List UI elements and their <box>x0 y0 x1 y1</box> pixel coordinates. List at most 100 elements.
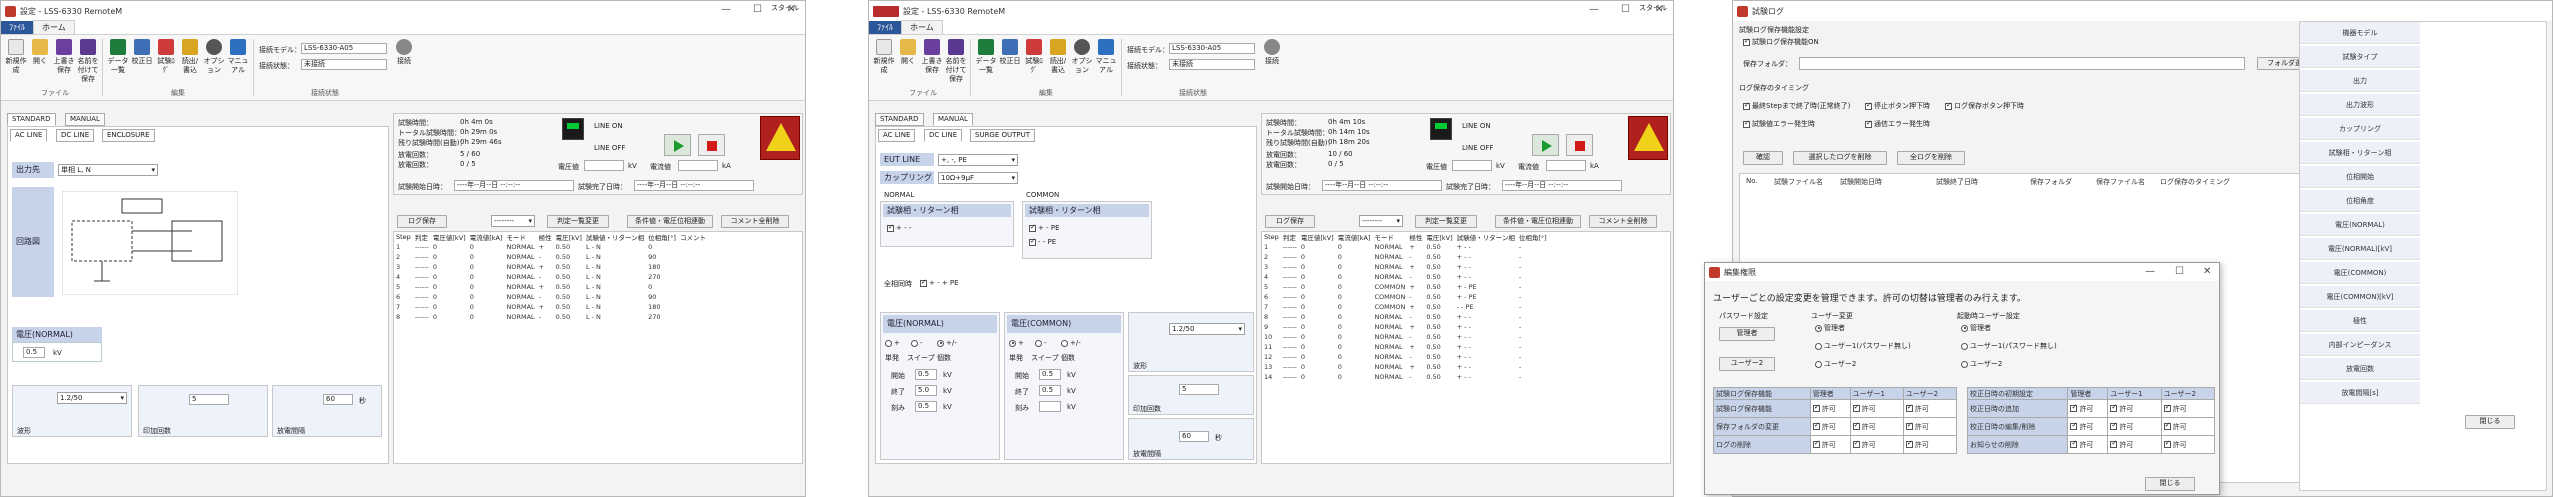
log-icon[interactable] <box>158 39 174 55</box>
table-row[interactable]: 8 ------ 0 0 NORMAL -0.50 L - N 270 <box>394 312 708 322</box>
voltage-input[interactable]: 0.5 <box>23 347 45 358</box>
table-row[interactable]: 8 ------ 0 0 NORMAL -0.50 + - -- <box>1262 312 1549 322</box>
sweep-tab-single[interactable]: 単発 <box>885 353 899 363</box>
timing-stop-press[interactable]: 停止ボタン押下時 <box>1865 101 1930 111</box>
calendar-icon[interactable] <box>1002 39 1018 55</box>
perm-checkbox[interactable]: 許可 <box>2160 399 2216 418</box>
table-row[interactable]: 5 ------ 0 0 COMMON +0.50 + - PE - <box>1262 282 1549 292</box>
maximize-icon[interactable]: ☐ <box>1621 4 1630 15</box>
calib-date-button[interactable]: 校正日 <box>132 57 153 65</box>
start-button[interactable] <box>664 134 691 156</box>
lock-icon[interactable] <box>182 39 198 55</box>
count-input[interactable]: 5 <box>189 394 229 405</box>
pulse-opt[interactable]: + - + PE <box>920 278 959 287</box>
maximize-icon[interactable]: ☐ <box>753 4 762 15</box>
table-row[interactable]: 6 ------ 0 0 NORMAL -0.50 L - N 90 <box>394 292 708 302</box>
folder-input[interactable] <box>1799 57 2245 70</box>
table-row[interactable]: 10 ------ 0 0 NORMAL -0.50 + - -- <box>1262 332 1549 342</box>
coupling-select[interactable]: 10Ω+9μF <box>938 172 1018 184</box>
table-row[interactable]: 7 ------ 0 0 COMMON +0.50- - PE - <box>1262 302 1549 312</box>
manual-button[interactable]: マニュアル <box>1096 57 1117 74</box>
c-sweep-single[interactable]: 単発 <box>1009 353 1023 363</box>
data-list-button[interactable]: データ一覧 <box>976 57 997 74</box>
stop-button[interactable] <box>698 134 725 156</box>
c-pol-plus[interactable]: + <box>1009 339 1024 347</box>
timing-save-press[interactable]: ログ保存ボタン押下時 <box>1945 101 2024 111</box>
table-row[interactable]: 12 ------ 0 0 NORMAL -0.50 + - -- <box>1262 352 1549 362</box>
sweep-tab-sweep[interactable]: スイープ <box>907 353 935 363</box>
save-icon[interactable] <box>924 39 940 55</box>
table-row[interactable]: 5 ------ 0 0 NORMAL +0.50 L - N0 <box>394 282 708 292</box>
table-row[interactable]: 1 ------ 0 0 NORMAL +0.50 + - -- <box>1262 242 1549 252</box>
perm-checkbox[interactable]: 許可 <box>1902 435 1958 454</box>
save-enable-checkbox[interactable]: 試験ログ保存機能ON <box>1743 37 1819 47</box>
wave-select[interactable]: 1.2/50 <box>1169 323 1245 335</box>
comment-clear-button[interactable]: コメント全削除 <box>1589 215 1657 228</box>
manual-icon[interactable] <box>1098 39 1114 55</box>
save-icon[interactable] <box>56 39 72 55</box>
test-log-button[interactable]: 試験ﾛｸﾞ <box>157 57 175 74</box>
tab-home[interactable]: ホーム <box>901 20 943 34</box>
data-list-icon[interactable] <box>978 39 994 55</box>
maximize-icon[interactable]: ☐ <box>2175 266 2184 277</box>
perm-checkbox[interactable]: 許可 <box>1809 399 1851 418</box>
calib-date-button[interactable]: 校正日 <box>1000 57 1021 65</box>
cond-link-button[interactable]: 条件値・電圧位相連動 <box>627 215 713 228</box>
user-admin-radio[interactable]: 管理者 <box>1815 323 1845 333</box>
perm-checkbox[interactable]: 許可 <box>2160 435 2216 454</box>
gear-icon[interactable] <box>206 39 222 55</box>
perm-checkbox[interactable]: 許可 <box>2107 399 2162 418</box>
perm-checkbox[interactable]: 許可 <box>1849 399 1904 418</box>
phase-select[interactable]: 単相 L, N <box>58 164 158 176</box>
tab-home[interactable]: ホーム <box>33 20 75 34</box>
user-user2-radio[interactable]: ユーザー2 <box>1815 359 1856 369</box>
table-row[interactable]: 2 ------ 0 0 NORMAL -0.50 + - -- <box>1262 252 1549 262</box>
user2-pw-button[interactable]: ユーザー2 <box>1719 357 1775 371</box>
perm-checkbox[interactable]: 許可 <box>1809 435 1851 454</box>
save-button[interactable]: 上書き保存 <box>922 57 943 74</box>
startup-user2-radio[interactable]: ユーザー2 <box>1961 359 2002 369</box>
table-row[interactable]: 7 ------ 0 0 NORMAL +0.50 L - N 180 <box>394 302 708 312</box>
c-sweep-sweep[interactable]: スイープ <box>1031 353 1059 363</box>
table-row[interactable]: 2 ------ 0 0 NORMAL -0.50 L - N 90 <box>394 252 708 262</box>
sweep-tab-count[interactable]: 個数 <box>937 353 951 363</box>
end-input[interactable]: 5.0 <box>915 385 937 396</box>
pol-both[interactable]: +/- <box>937 339 957 347</box>
minimize-icon[interactable]: — <box>721 4 731 15</box>
wave-select[interactable]: 1.2/50 <box>57 392 127 404</box>
open-button[interactable]: 開く <box>33 57 47 65</box>
new-icon[interactable] <box>876 39 892 55</box>
minimize-icon[interactable]: — <box>1589 4 1599 15</box>
filter-select[interactable]: -------- <box>1359 215 1403 227</box>
tab-standard[interactable]: STANDARD <box>7 113 56 126</box>
option-button[interactable]: オプション <box>1072 57 1093 74</box>
open-button[interactable]: 開く <box>901 57 915 65</box>
data-list-button[interactable]: データ一覧 <box>108 57 129 74</box>
delete-all-button[interactable]: 全ログを削除 <box>1897 151 1965 165</box>
open-icon[interactable] <box>900 39 916 55</box>
step-input[interactable]: 0.5 <box>915 401 937 412</box>
perm-checkbox[interactable]: 許可 <box>1849 435 1904 454</box>
tab-ac-line[interactable]: AC LINE <box>10 129 48 142</box>
tab-standard[interactable]: STANDARD <box>875 113 924 126</box>
table-row[interactable]: 1 ------ 0 0 NORMAL +0.50 L - N0 <box>394 242 708 252</box>
comment-clear-button[interactable]: コメント全削除 <box>721 215 789 228</box>
connect-icon[interactable] <box>1264 39 1280 55</box>
interval-input[interactable]: 60 <box>1179 431 1209 442</box>
timing-comm-error[interactable]: 通信エラー発生時 <box>1865 119 1930 129</box>
manual-button[interactable]: マニュアル <box>228 57 249 74</box>
admin-pw-button[interactable]: 管理者 <box>1719 327 1775 341</box>
log-save-button[interactable]: ログ保存 <box>1265 215 1315 228</box>
table-row[interactable]: 14 ------ 0 0 NORMAL -0.50 + - -- <box>1262 372 1549 382</box>
judge-change-button[interactable]: 判定一覧変更 <box>1415 215 1477 228</box>
table-row[interactable]: 3 ------ 0 0 NORMAL +0.50 + - -- <box>1262 262 1549 272</box>
perm-checkbox[interactable]: 許可 <box>1902 417 1958 436</box>
user-user1-radio[interactable]: ユーザー1(パスワード無し) <box>1815 341 1911 351</box>
timing-test-error[interactable]: 試験値エラー発生時 <box>1743 119 1815 129</box>
style-menu[interactable]: スタイル <box>1639 3 1667 13</box>
startup-user1-radio[interactable]: ユーザー1(パスワード無し) <box>1961 341 2057 351</box>
pol-plus[interactable]: + <box>885 339 900 347</box>
perm-checkbox[interactable]: 許可 <box>2067 417 2109 436</box>
confirm-button[interactable]: 確認 <box>1743 151 1783 165</box>
perm-checkbox[interactable]: 許可 <box>2067 435 2109 454</box>
